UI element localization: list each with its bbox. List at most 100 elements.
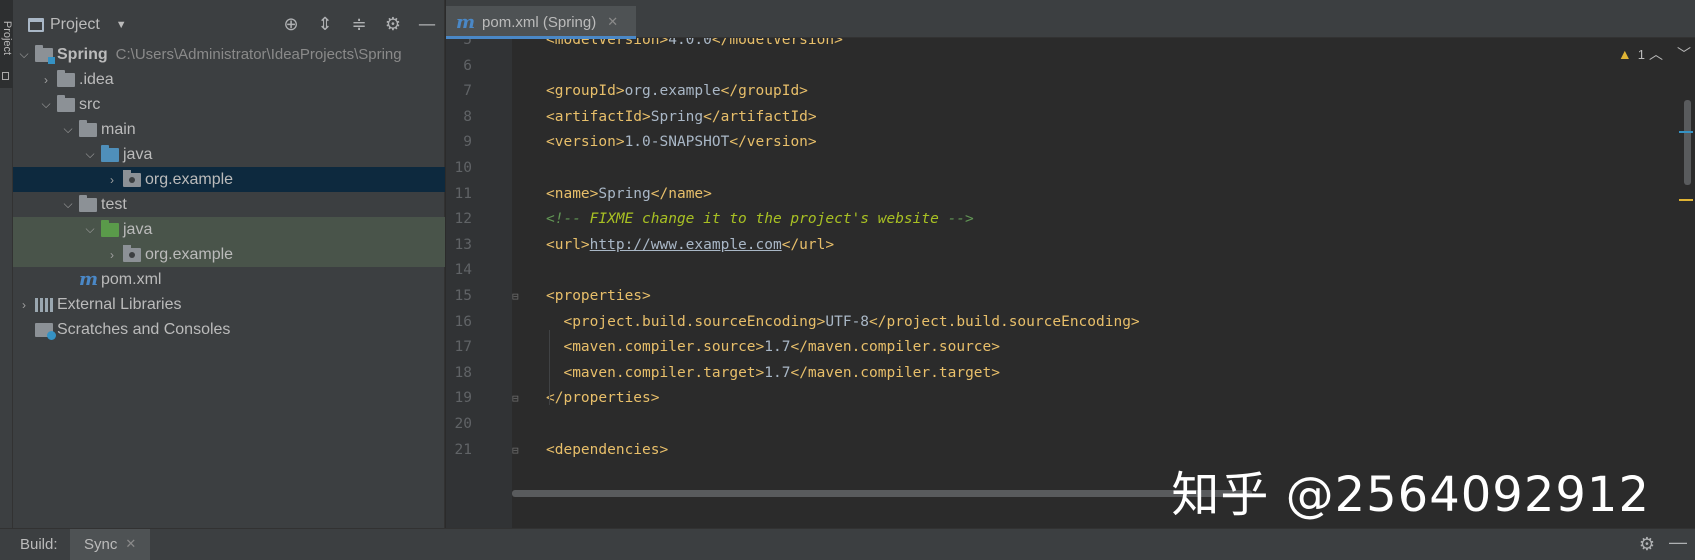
gear-icon[interactable]: ⚙ [376, 13, 410, 37]
minimize-icon[interactable]: — [410, 13, 444, 37]
line-number: 10 [454, 160, 472, 176]
code-text: </properties> [546, 390, 660, 407]
tree-item-external-libraries[interactable]: › External Libraries [13, 292, 445, 317]
folder-icon [79, 119, 97, 137]
chevron-right-icon[interactable]: › [101, 173, 123, 187]
code-text: <artifactId>Spring</artifactId> [546, 108, 817, 125]
chevron-down-icon[interactable]: ⌵ [13, 47, 35, 62]
code-text: <project.build.sourceEncoding>UTF-8</pro… [563, 313, 1140, 330]
code-text: <name>Spring</name> [546, 185, 712, 202]
minimize-icon[interactable]: — [1669, 532, 1687, 553]
project-tool-window-tab[interactable]: Project [0, 0, 13, 88]
project-panel-toolbar: ⊕ ⇕ ≑ ⚙ — [274, 13, 444, 37]
tree-item-scratches[interactable]: Scratches and Consoles [13, 317, 445, 342]
editor: m pom.xml (Spring) ✕ 5 <modelVersion>4.0.… [446, 0, 1695, 528]
line-number: 16 [454, 313, 472, 330]
inspection-nav: ︿ ﹀ [1649, 44, 1691, 64]
code-line[interactable]: 19 ⊟ </properties> [446, 385, 1695, 412]
code-line[interactable]: 7 <groupId>org.example</groupId> [446, 78, 1695, 105]
close-icon[interactable]: ✕ [607, 14, 618, 30]
watermark: 知乎 @2564092912 [1171, 467, 1650, 523]
chevron-down-icon[interactable]: ⌵ [79, 147, 101, 162]
chevron-right-icon[interactable]: › [101, 248, 123, 262]
code-line[interactable]: 14 [446, 257, 1695, 284]
code-line[interactable]: 8 <artifactId>Spring</artifactId> [446, 104, 1695, 131]
close-icon[interactable]: ✕ [125, 536, 136, 554]
tree-item-test-java[interactable]: ⌵ java [13, 217, 445, 242]
tree-item-label: Scratches and Consoles [57, 320, 231, 338]
maven-icon: m [79, 268, 99, 290]
code-line[interactable]: 12 <!-- FIXME change it to the project's … [446, 206, 1695, 233]
tree-item-test[interactable]: ⌵ test [13, 192, 445, 217]
tree-item-test-org-example[interactable]: › org.example [13, 242, 445, 267]
line-number: 14 [454, 262, 472, 279]
tree-item-main-java[interactable]: ⌵ java [13, 142, 445, 167]
left-tool-strip: Project [0, 0, 13, 528]
fold-icon[interactable]: ⊟ [512, 437, 519, 464]
project-folder-icon [35, 44, 55, 64]
warning-icon: ▲ [1617, 46, 1632, 62]
tree-item-main[interactable]: ⌵ main [13, 117, 445, 142]
line-number: 18 [454, 364, 472, 381]
horizontal-scrollbar[interactable] [512, 490, 1252, 497]
code-line[interactable]: 10 [446, 155, 1695, 182]
fold-icon[interactable]: ⊟ [512, 283, 519, 310]
gear-icon[interactable]: ⚙ [1639, 534, 1655, 555]
tree-item-label: test [101, 195, 127, 213]
vertical-scrollbar[interactable] [1684, 100, 1691, 185]
expand-all-icon[interactable]: ⇕ [308, 13, 342, 37]
tree-item-label: main [101, 120, 136, 138]
code-line[interactable]: 17 <maven.compiler.source>1.7</maven.com… [446, 334, 1695, 361]
tree-item-main-org-example[interactable]: › org.example [13, 167, 445, 192]
fold-icon[interactable]: ⊟ [512, 385, 519, 412]
chevron-right-icon[interactable]: › [35, 73, 57, 87]
code-text: <dependencies> [546, 441, 669, 458]
scroll-marker-info[interactable] [1679, 131, 1693, 133]
tree-item-label: org.example [145, 170, 234, 188]
code-line[interactable]: 9 <version>1.0-SNAPSHOT</version> [446, 129, 1695, 156]
code-text: <version>1.0-SNAPSHOT</version> [546, 134, 817, 151]
project-tree: ⌵ Spring C:\Users\Administrator\IdeaProj… [13, 42, 445, 342]
tree-item-label: pom.xml [101, 270, 162, 288]
chevron-down-icon[interactable]: ⌵ [35, 97, 57, 112]
crosshair-icon[interactable]: ⊕ [274, 13, 308, 37]
active-tab-indicator [446, 36, 636, 39]
collapse-all-icon[interactable]: ≑ [342, 13, 376, 37]
code-line[interactable]: 20 [446, 411, 1695, 438]
code-line[interactable]: 15 ⊟ <properties> [446, 283, 1695, 310]
tree-item-spring[interactable]: ⌵ Spring C:\Users\Administrator\IdeaProj… [13, 42, 445, 67]
line-number: 8 [463, 108, 472, 125]
chevron-down-icon[interactable]: ﹀ [1677, 44, 1691, 64]
code-line[interactable]: 11 <name>Spring</name> [446, 181, 1695, 208]
chevron-down-icon[interactable]: ⌵ [79, 222, 101, 237]
tab-label: pom.xml (Spring) [482, 13, 597, 31]
inspection-widget[interactable]: ▲ 1 [1618, 46, 1645, 62]
chevron-right-icon[interactable]: › [13, 298, 35, 312]
code-line[interactable]: 16 <project.build.sourceEncoding>UTF-8</… [446, 309, 1695, 336]
line-number: 19 [454, 390, 472, 407]
chevron-down-icon[interactable]: ⌵ [57, 122, 79, 137]
tab-sync[interactable]: Sync ✕ [70, 529, 151, 560]
package-icon [123, 244, 141, 262]
chevron-down-icon[interactable]: ⌵ [57, 197, 79, 212]
tree-item-label: src [79, 95, 101, 113]
scratch-icon [35, 322, 56, 340]
tab-pom-xml[interactable]: m pom.xml (Spring) ✕ [446, 6, 636, 38]
folder-icon [57, 94, 75, 112]
project-tool-label: Project [1, 20, 13, 56]
line-number: 12 [454, 211, 472, 228]
tree-item-pom-xml[interactable]: m pom.xml [13, 267, 445, 292]
chevron-up-icon[interactable]: ︿ [1649, 44, 1663, 64]
tree-item-idea[interactable]: › .idea [13, 67, 445, 92]
tree-item-label: Spring [57, 45, 108, 63]
indent-guide [549, 330, 550, 405]
tree-item-src[interactable]: ⌵ src [13, 92, 445, 117]
code-line[interactable]: 18 <maven.compiler.target>1.7</maven.com… [446, 360, 1695, 387]
line-number: 11 [454, 185, 472, 202]
project-view-selector[interactable]: Project ▼ [28, 16, 127, 34]
code-line[interactable]: 6 [446, 53, 1695, 80]
code-line[interactable]: 13 <url>http://www.example.com</url> [446, 232, 1695, 259]
project-path: C:\Users\Administrator\IdeaProjects\Spri… [115, 46, 402, 63]
scroll-marker-warning[interactable] [1679, 199, 1693, 201]
project-panel-title: Project [50, 16, 100, 33]
